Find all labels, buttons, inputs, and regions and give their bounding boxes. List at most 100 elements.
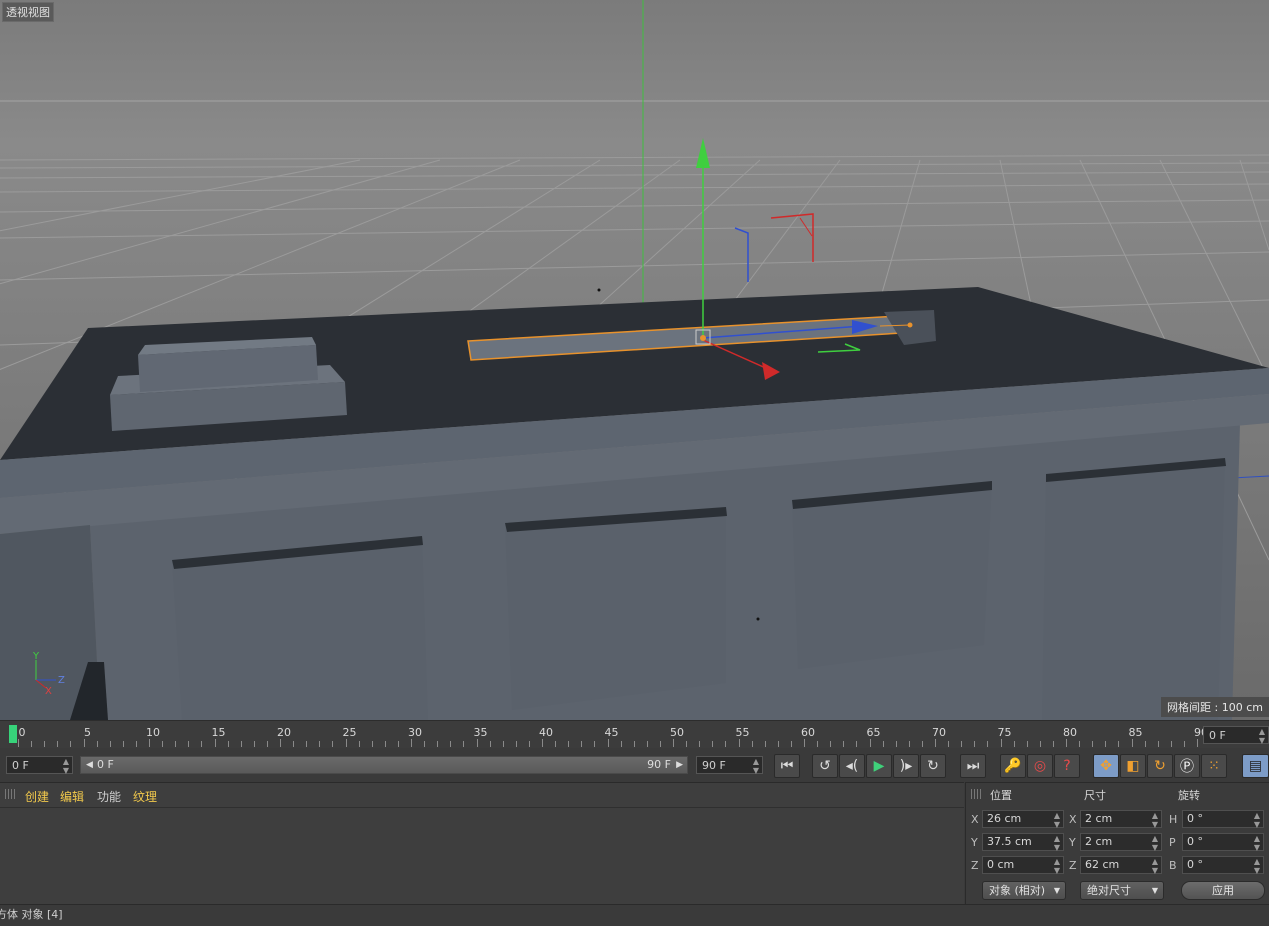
parameter-button[interactable]: Ⓟ [1174, 754, 1200, 778]
spinner-icon[interactable]: ▲ ▼ [1054, 857, 1060, 875]
preview-range-slider[interactable]: ◀ 0 F 90 F ▶ [80, 756, 688, 774]
range-right-arrow-icon[interactable]: ▶ [676, 757, 683, 773]
film-strip-icon: ▤ [1248, 758, 1263, 774]
timeline-tick-label: 15 [211, 726, 226, 739]
timeline-ruler[interactable]: 0 5 10 15 20 25 30 35 40 45 50 55 60 65 70 75 80 85 90 0 F… [0, 720, 1269, 749]
size-z-field[interactable]: 62 cm ▲ ▼ [1080, 856, 1162, 875]
timeline-minor-tick [607, 739, 609, 747]
range-left-arrow-icon[interactable]: ◀ [86, 757, 93, 773]
timeline-minor-tick [1026, 741, 1028, 747]
timeline-minor-tick [804, 739, 805, 747]
timeline-minor-tick [44, 741, 46, 747]
timeline-minor-tick [227, 741, 229, 747]
rot-axis-h: H [1169, 813, 1178, 826]
timeline-playhead[interactable] [9, 725, 17, 743]
step-forward-button[interactable]: )▸ [893, 754, 919, 778]
size-x-value: 2 cm [1085, 812, 1113, 825]
go-to-next-key-button[interactable]: ↻ [920, 754, 946, 778]
scale-tool-button[interactable]: ◧ [1120, 754, 1146, 778]
panel-grip-icon[interactable] [971, 789, 981, 799]
p-icon: Ⓟ [1180, 759, 1194, 775]
position-x-field[interactable]: 26 cm ▲ ▼ [982, 810, 1064, 829]
go-to-start-button[interactable]: ⏮ [774, 754, 800, 778]
end-frame-field[interactable]: 90 F ▲ ▼ [696, 756, 763, 775]
chevron-down-icon: ▼ [1053, 886, 1060, 895]
go-to-end-button[interactable]: ⏭ [960, 754, 986, 778]
perspective-viewport[interactable]: Y Z X 透视视图 网格间距 : 100 cm [0, 0, 1269, 720]
menu-create[interactable]: 创建 [25, 788, 49, 805]
spinner-icon[interactable]: ▲ ▼ [1152, 857, 1158, 875]
position-x-value: 26 cm [987, 812, 1022, 825]
go-to-start-icon: ⏮ [780, 758, 794, 774]
spinner-icon[interactable]: ▲ ▼ [753, 757, 759, 775]
timeline-tick-label: 75 [997, 726, 1012, 739]
viewport-canvas[interactable]: Y Z X [0, 0, 1269, 720]
rotation-h-field[interactable]: 0 ° ▲ ▼ [1182, 810, 1264, 829]
timeline-minor-tick [817, 741, 819, 747]
apply-button[interactable]: 应用 [1181, 881, 1265, 900]
timeline-minor-tick [882, 741, 884, 747]
panel-grip-icon[interactable] [5, 789, 15, 799]
object-manager-panel[interactable]: 创建 编辑 功能 纹理 [0, 782, 964, 905]
coordinate-mode-dropdown[interactable]: 对象 (相对) ▼ [982, 881, 1066, 900]
step-back-button[interactable]: ◂( [839, 754, 865, 778]
rotation-p-field[interactable]: 0 ° ▲ ▼ [1182, 833, 1264, 852]
timeline-minor-tick [738, 739, 740, 747]
size-x-field[interactable]: 2 cm ▲ ▼ [1080, 810, 1162, 829]
timeline-minor-tick [240, 741, 242, 747]
rotation-b-field[interactable]: 0 ° ▲ ▼ [1182, 856, 1264, 875]
transport-bar: 0 F ▲ ▼ ◀ 0 F 90 F ▶ 90 F ▲ ▼ ⏮ ↺ ◂( ▶ )▸ … [0, 748, 1269, 782]
move-tool-button[interactable]: ✥ [1093, 754, 1119, 778]
spinner-icon[interactable]: ▲ ▼ [1259, 727, 1265, 745]
rotate-icon: ↻ [1154, 758, 1166, 774]
timeline-minor-tick [1197, 739, 1198, 747]
record-button[interactable]: 🔑 [1000, 754, 1026, 778]
timeline-minor-tick [96, 741, 98, 747]
spinner-icon[interactable]: ▲ ▼ [1254, 857, 1260, 875]
size-mode-dropdown[interactable]: 绝对尺寸 ▼ [1080, 881, 1164, 900]
spinner-icon[interactable]: ▲ ▼ [63, 757, 69, 775]
timeline-minor-tick [686, 741, 688, 747]
spinner-icon[interactable]: ▲ ▼ [1152, 834, 1158, 852]
spinner-icon[interactable]: ▲ ▼ [1254, 811, 1260, 829]
timeline-minor-tick [437, 741, 439, 747]
timeline-minor-tick [1092, 741, 1094, 747]
go-to-prev-key-button[interactable]: ↺ [812, 754, 838, 778]
autokey-button[interactable]: ◎ [1027, 754, 1053, 778]
spinner-icon[interactable]: ▲ ▼ [1152, 811, 1158, 829]
timeline-minor-tick [751, 741, 753, 747]
keyframe-help-button[interactable]: ? [1054, 754, 1080, 778]
points-grid-button[interactable]: ⁙ [1201, 754, 1227, 778]
dots-grid-icon: ⁙ [1208, 758, 1220, 774]
timeline-minor-tick [188, 741, 190, 747]
position-z-field[interactable]: 0 cm ▲ ▼ [982, 856, 1064, 875]
viewport-label[interactable]: 透视视图 [2, 2, 54, 22]
size-y-field[interactable]: 2 cm ▲ ▼ [1080, 833, 1162, 852]
loop-forward-icon: ↻ [927, 758, 939, 774]
rot-axis-b: B [1169, 859, 1177, 872]
end-frame-value: 90 F [702, 759, 726, 772]
position-y-field[interactable]: 37.5 cm ▲ ▼ [982, 833, 1064, 852]
menu-texture[interactable]: 纹理 [133, 788, 157, 805]
timeline-tick-label: 25 [342, 726, 357, 739]
timeline-minor-tick [843, 741, 845, 747]
play-button[interactable]: ▶ [866, 754, 892, 778]
size-axis-y: Y [1069, 836, 1076, 849]
timeline-minor-tick [149, 739, 150, 747]
timeline-view-button[interactable]: ▤ [1242, 754, 1269, 778]
go-to-end-icon: ⏭ [966, 758, 980, 774]
menu-edit[interactable]: 编辑 [60, 788, 84, 805]
rotation-header: 旋转 [1178, 789, 1200, 802]
timeline-minor-tick [57, 741, 59, 747]
rotate-tool-button[interactable]: ↻ [1147, 754, 1173, 778]
spinner-icon[interactable]: ▲ ▼ [1054, 834, 1060, 852]
spinner-icon[interactable]: ▲ ▼ [1254, 834, 1260, 852]
timeline-minor-tick [450, 741, 452, 747]
timeline-minor-tick [935, 739, 936, 747]
menu-functions[interactable]: 功能 [97, 788, 121, 805]
timeline-minor-tick [384, 741, 386, 747]
start-frame-field[interactable]: 0 F ▲ ▼ [6, 756, 73, 775]
spinner-icon[interactable]: ▲ ▼ [1054, 811, 1060, 829]
current-frame-field[interactable]: 0 F ▲ ▼ [1203, 726, 1269, 745]
table-model[interactable] [0, 287, 1269, 720]
